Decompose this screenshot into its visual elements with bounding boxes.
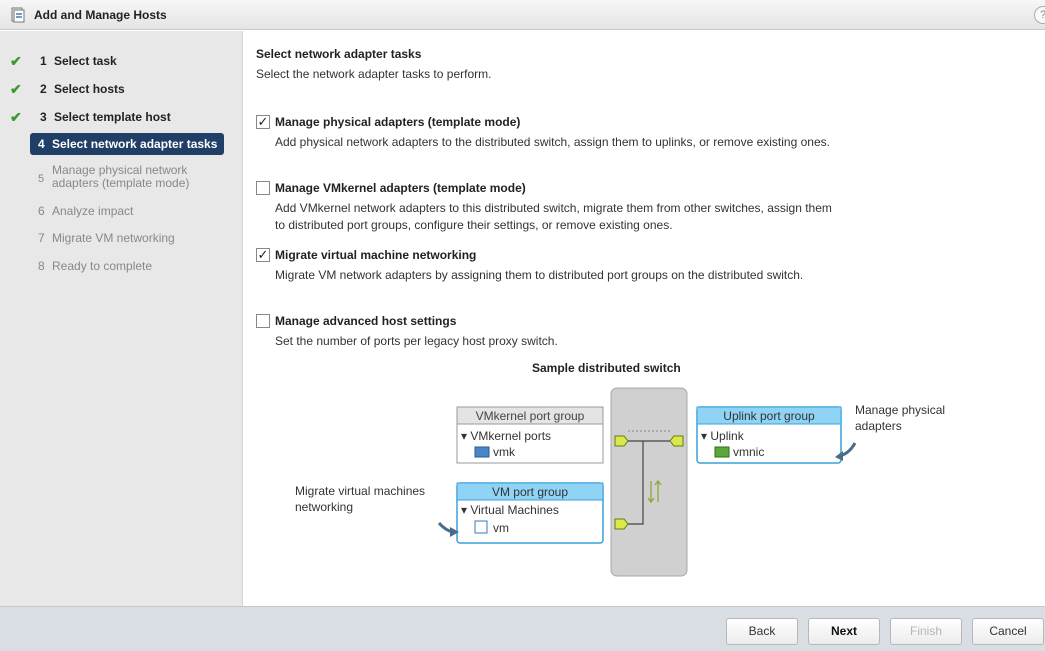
- option-label[interactable]: Manage advanced host settings: [275, 314, 456, 328]
- vmk-label: vmk: [493, 445, 516, 459]
- next-button[interactable]: Next: [808, 618, 880, 645]
- wizard-footer: Back Next Finish Cancel: [0, 606, 1045, 651]
- option-label[interactable]: Migrate virtual machine networking: [275, 248, 476, 262]
- page-subtitle: Select the network adapter tasks to perf…: [256, 67, 492, 81]
- vmkernel-group-title: VMkernel port group: [476, 409, 585, 423]
- option-label[interactable]: Manage VMkernel adapters (template mode): [275, 181, 526, 195]
- back-button[interactable]: Back: [726, 618, 798, 645]
- step-number: 7: [38, 231, 45, 245]
- checkbox-unchecked[interactable]: [256, 314, 270, 328]
- checkbox-checked[interactable]: ✓: [256, 115, 270, 129]
- step-label: Migrate VM networking: [52, 231, 175, 245]
- checkmark-icon: ✔: [10, 109, 22, 125]
- step-number: 8: [38, 259, 45, 273]
- page-title: Select network adapter tasks: [256, 47, 422, 61]
- step-label: Ready to complete: [52, 259, 153, 273]
- vmnic-icon: [714, 446, 730, 458]
- window-title: Add and Manage Hosts: [34, 8, 167, 22]
- diagram-title: Sample distributed switch: [532, 361, 681, 375]
- step-number: 1: [40, 54, 47, 68]
- step-number: 5: [38, 173, 45, 185]
- step-select-network-adapter-tasks[interactable]: 4 Select network adapter tasks: [30, 133, 224, 155]
- vmnic-label: vmnic: [733, 445, 764, 459]
- option-description: Add VMkernel network adapters to this di…: [275, 201, 832, 232]
- vmk-adapter-icon: [474, 446, 490, 458]
- option-description: Migrate VM network adapters by assigning…: [275, 268, 804, 282]
- callout-migrate-line2: networking: [295, 500, 353, 514]
- wizard-steps-sidebar: ✔ 1 Select task ✔ 2 Select hosts ✔ 3 Sel…: [0, 31, 243, 606]
- option-description: Add physical network adapters to the dis…: [275, 135, 830, 149]
- uplink-label: ▾ Uplink: [701, 429, 745, 443]
- uplink-port-group: Uplink port group ▾ Uplink vmnic: [696, 406, 842, 464]
- help-icon[interactable]: ?: [1034, 6, 1045, 24]
- vm-label: vm: [493, 521, 509, 535]
- step-label: Select template host: [54, 110, 171, 124]
- option-label[interactable]: Manage physical adapters (template mode): [275, 115, 520, 129]
- switch-body: [610, 387, 688, 577]
- wizard-icon: [11, 7, 25, 23]
- checkmark-icon: ✔: [10, 53, 22, 69]
- callout-manage-physical-line2: adapters: [855, 419, 902, 433]
- virtual-machines-label: ▾ Virtual Machines: [461, 503, 559, 517]
- window-titlebar: Add and Manage Hosts ?: [0, 0, 1045, 30]
- step-number: 2: [40, 82, 47, 96]
- vm-group-title: VM port group: [492, 485, 568, 499]
- vmkernel-port-group: VMkernel port group ▾ VMkernel ports vmk: [456, 406, 604, 464]
- vm-port-group: VM port group ▾ Virtual Machines vm: [456, 482, 604, 544]
- checkbox-unchecked[interactable]: [256, 181, 270, 195]
- callout-manage-physical-line1: Manage physical: [855, 403, 945, 417]
- option-description: Set the number of ports per legacy host …: [275, 334, 558, 348]
- step-number: 3: [40, 110, 47, 124]
- sample-switch-diagram: VMkernel port group ▾ VMkernel ports vmk…: [295, 387, 945, 577]
- step-label: Select task: [54, 54, 117, 68]
- callout-migrate-line1: Migrate virtual machines: [295, 484, 425, 498]
- vm-icon: [474, 520, 488, 534]
- step-label: Select hosts: [54, 82, 125, 96]
- checkmark-icon: ✔: [10, 81, 22, 97]
- step-label: Manage physical network adapters (templa…: [52, 163, 190, 190]
- cancel-button[interactable]: Cancel: [972, 618, 1044, 645]
- step-label: Select network adapter tasks: [52, 137, 218, 151]
- step-number: 4: [38, 137, 45, 151]
- step-number: 6: [38, 204, 45, 218]
- step-label: Analyze impact: [52, 204, 134, 218]
- checkbox-checked[interactable]: ✓: [256, 248, 270, 262]
- finish-button: Finish: [890, 618, 962, 645]
- uplink-group-title: Uplink port group: [723, 409, 815, 423]
- vmkernel-ports-label: ▾ VMkernel ports: [461, 429, 551, 443]
